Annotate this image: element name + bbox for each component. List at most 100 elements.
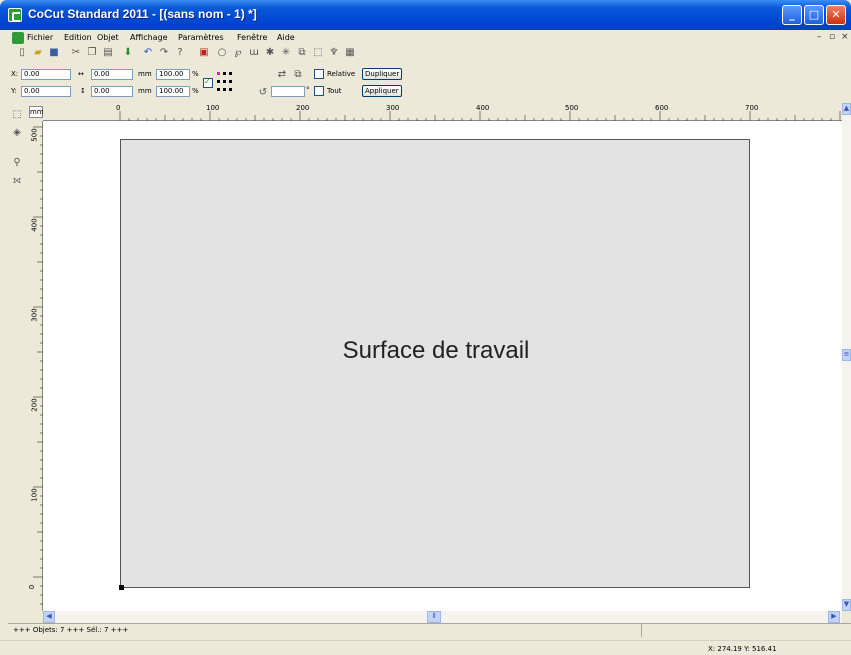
- copy-icon[interactable]: ❐: [86, 47, 98, 59]
- scroll-left-icon[interactable]: ◀: [43, 611, 55, 623]
- h-ruler-label: 600: [655, 104, 669, 112]
- width-unit: mm: [138, 70, 152, 78]
- ungroup-icon[interactable]: ⬚: [312, 47, 324, 59]
- work-surface[interactable]: Surface de travail: [119, 139, 750, 590]
- drawing-canvas[interactable]: Surface de travail: [43, 121, 842, 611]
- application-window: CoCut Standard 2011 - [(sans nom - 1) *]…: [0, 0, 851, 655]
- rotate-angle-icon: ↺: [258, 87, 268, 98]
- v-ruler-label: 200: [30, 398, 39, 412]
- status-divider: [641, 624, 642, 637]
- document-icon[interactable]: [12, 32, 24, 44]
- dupliquer-button[interactable]: Dupliquer: [362, 68, 403, 80]
- appliquer-button[interactable]: Appliquer: [362, 85, 402, 97]
- menu-fenetre[interactable]: Fenêtre: [237, 33, 267, 42]
- import-icon[interactable]: ⬇: [122, 47, 134, 59]
- paste-icon[interactable]: ▤: [102, 47, 114, 59]
- plotter-icon[interactable]: ♆: [328, 47, 340, 59]
- rotate-icon[interactable]: ○: [216, 47, 228, 59]
- mdi-minimize-icon[interactable]: –: [817, 32, 822, 42]
- main-toolbar: ▯ ▰ ■ ✂ ❐ ▤ ⬇ ↶ ↷ ? ▣ ○ ℘ ɯ ✱ ✳ ⧉ ⬚ ♆ ▦: [8, 47, 418, 67]
- nest-icon[interactable]: ✳: [280, 47, 292, 59]
- horizontal-scroll-thumb[interactable]: ⦀: [427, 611, 441, 623]
- h-ruler-label: 700: [745, 104, 759, 112]
- scale-height-input[interactable]: 100.00: [156, 86, 190, 97]
- x-label: X:: [11, 70, 19, 78]
- trace-icon[interactable]: ℘: [232, 47, 244, 59]
- proportional-lock-checkbox[interactable]: ✓: [203, 77, 213, 88]
- open-folder-icon[interactable]: ▰: [32, 47, 44, 59]
- y-position-input[interactable]: 0.00: [21, 86, 71, 97]
- window-title: CoCut Standard 2011 - [(sans nom - 1) *]: [28, 7, 257, 21]
- mirror-icon[interactable]: ⇄: [276, 69, 288, 81]
- help-icon[interactable]: ?: [174, 47, 186, 59]
- relative-checkbox[interactable]: [314, 69, 324, 79]
- app-logo-icon: [8, 8, 22, 22]
- vertical-scrollbar[interactable]: ▲ ≡ ▼: [842, 103, 851, 611]
- maximize-button[interactable]: □: [804, 5, 824, 25]
- tout-checkbox[interactable]: [314, 86, 324, 96]
- degree-label: °: [306, 86, 310, 94]
- h-ruler-label: 200: [296, 104, 310, 112]
- menu-fichier[interactable]: Fichier: [27, 33, 53, 42]
- width-arrow-icon: ↔: [78, 70, 84, 78]
- node-edit-tool-icon[interactable]: ◈: [11, 127, 23, 139]
- width-input[interactable]: 0.00: [91, 69, 133, 80]
- menu-parametres[interactable]: Paramètres: [178, 33, 224, 42]
- ruler-unit-label[interactable]: mm: [29, 106, 44, 118]
- zoom-tool-icon[interactable]: ⚲: [11, 157, 23, 169]
- menu-affichage[interactable]: Affichage: [130, 33, 168, 42]
- title-bar: CoCut Standard 2011 - [(sans nom - 1) *]…: [0, 0, 851, 30]
- minimize-button[interactable]: _: [782, 5, 802, 25]
- h-ruler-label: 500: [565, 104, 579, 112]
- coordinate-status-bar: X: 274.19 Y: 516.41: [0, 640, 851, 655]
- height-arrow-icon: ↕: [80, 87, 86, 95]
- tout-label: Tout: [327, 87, 342, 95]
- scroll-up-icon[interactable]: ▲: [842, 103, 851, 115]
- angle-input[interactable]: [271, 86, 305, 97]
- cut-icon[interactable]: ✂: [70, 47, 82, 59]
- h-ruler-label: 300: [386, 104, 400, 112]
- horizontal-scrollbar[interactable]: ◀ ⦀ ▶: [43, 611, 842, 623]
- redo-icon[interactable]: ↷: [158, 47, 170, 59]
- mdi-restore-icon[interactable]: ▫: [829, 32, 835, 42]
- scale-width-input[interactable]: 100.00: [156, 69, 190, 80]
- measure-tool-icon[interactable]: ⟗: [11, 175, 23, 187]
- scale-width-pct: %: [192, 70, 199, 78]
- scroll-right-icon[interactable]: ▶: [828, 611, 840, 623]
- v-ruler-label: 500: [30, 128, 39, 142]
- relative-label: Relative: [327, 70, 356, 78]
- select-tool-icon[interactable]: ⬚: [11, 109, 23, 121]
- horizontal-ruler: 0 100 200 300 400 500 600 700: [43, 103, 843, 121]
- v-ruler-label: 400: [30, 218, 39, 232]
- cut-mode-icon[interactable]: ▣: [198, 47, 210, 59]
- menu-edition[interactable]: Edition: [64, 33, 92, 42]
- save-icon[interactable]: ■: [48, 47, 60, 59]
- object-count-text: +++ Objets: 7 +++ Sél.: 7 +++: [13, 626, 129, 634]
- h-ruler-label: 100: [206, 104, 220, 112]
- weed-icon[interactable]: ✱: [264, 47, 276, 59]
- v-ruler-label: 300: [30, 308, 39, 322]
- v-ruler-label: 0: [28, 584, 37, 590]
- close-button[interactable]: ✕: [826, 5, 846, 25]
- y-label: Y:: [11, 87, 17, 95]
- cursor-coordinates: X: 274.19 Y: 516.41: [708, 645, 777, 653]
- undo-icon[interactable]: ↶: [142, 47, 154, 59]
- menu-bar: Fichier Edition Objet Affichage Paramètr…: [0, 30, 851, 46]
- vertical-ruler: 500 400 300 200 100 0: [27, 121, 43, 611]
- menu-aide[interactable]: Aide: [277, 33, 295, 42]
- x-position-input[interactable]: 0.00: [21, 69, 71, 80]
- vertical-scroll-thumb[interactable]: ≡: [842, 349, 851, 361]
- height-input[interactable]: 0.00: [91, 86, 133, 97]
- new-file-icon[interactable]: ▯: [16, 47, 28, 59]
- mdi-close-icon[interactable]: ×: [841, 32, 849, 42]
- h-ruler-label: 400: [476, 104, 490, 112]
- settings-icon[interactable]: ▦: [344, 47, 356, 59]
- group-icon[interactable]: ⧉: [296, 47, 308, 59]
- duplicate-icon[interactable]: ⧉: [292, 69, 304, 81]
- text-icon[interactable]: ɯ: [248, 47, 260, 59]
- object-properties-bar: X: 0.00 Y: 0.00 ↔ 0.00 ↕ 0.00 mm mm 100.…: [8, 68, 428, 102]
- height-unit: mm: [138, 87, 152, 95]
- tool-palette: ⬚ ◈ ⚲ ⟗: [8, 103, 27, 613]
- scroll-down-icon[interactable]: ▼: [842, 599, 851, 611]
- menu-objet[interactable]: Objet: [97, 33, 119, 42]
